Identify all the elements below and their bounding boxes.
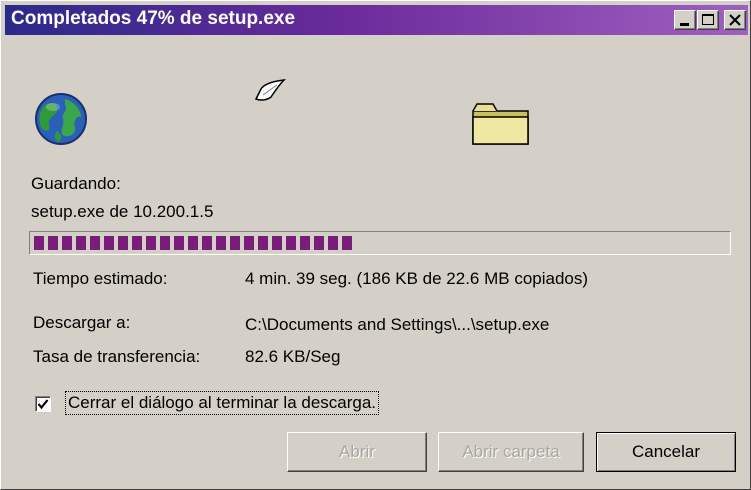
progress-block xyxy=(146,236,156,250)
progress-block xyxy=(342,236,352,250)
maximize-button[interactable] xyxy=(697,10,719,30)
progress-block xyxy=(118,236,128,250)
close-on-complete-checkbox[interactable] xyxy=(35,396,51,412)
destination-label: Descargar a: xyxy=(33,313,131,332)
progress-block xyxy=(202,236,212,250)
progress-bar xyxy=(29,231,731,255)
destination-value: C:\Documents and Settings\...\setup.exe xyxy=(245,315,550,334)
progress-block xyxy=(132,236,142,250)
progress-block xyxy=(300,236,310,250)
progress-block xyxy=(328,236,338,250)
progress-block xyxy=(62,236,72,250)
progress-block xyxy=(90,236,100,250)
source-text: setup.exe de 10.200.1.5 xyxy=(31,202,214,221)
progress-block xyxy=(244,236,254,250)
folder-icon xyxy=(472,103,529,145)
progress-block xyxy=(160,236,170,250)
paper-icon xyxy=(254,79,287,101)
globe-icon xyxy=(35,93,87,145)
progress-block xyxy=(286,236,296,250)
open-folder-button[interactable]: Abrir carpeta xyxy=(438,432,584,472)
download-dialog: Completados 47% de setup.exe Guardando: … xyxy=(0,0,751,490)
close-button[interactable] xyxy=(724,10,746,30)
progress-block xyxy=(104,236,114,250)
title-bar[interactable]: Completados 47% de setup.exe xyxy=(5,5,748,35)
minimize-button[interactable] xyxy=(674,10,696,30)
progress-block xyxy=(76,236,86,250)
progress-block xyxy=(230,236,240,250)
time-value: 4 min. 39 seg. (186 KB de 22.6 MB copiad… xyxy=(245,269,589,288)
saving-label: Guardando: xyxy=(31,174,121,193)
progress-block xyxy=(174,236,184,250)
close-on-complete-label[interactable]: Cerrar el diálogo al terminar la descarg… xyxy=(64,391,380,415)
minimize-icon xyxy=(680,23,689,26)
open-button[interactable]: Abrir xyxy=(287,432,427,472)
progress-block xyxy=(188,236,198,250)
rate-label: Tasa de transferencia: xyxy=(33,347,201,366)
cancel-button[interactable]: Cancelar xyxy=(596,432,736,472)
time-label: Tiempo estimado: xyxy=(33,269,168,288)
progress-block xyxy=(314,236,324,250)
close-icon xyxy=(729,14,741,26)
progress-block xyxy=(48,236,58,250)
progress-block xyxy=(258,236,268,250)
window-title: Completados 47% de setup.exe xyxy=(11,8,296,29)
checkmark-icon xyxy=(37,399,49,410)
progress-block xyxy=(34,236,44,250)
progress-block xyxy=(216,236,226,250)
rate-value: 82.6 KB/Seg xyxy=(245,347,341,366)
maximize-icon xyxy=(702,14,714,25)
progress-block xyxy=(272,236,282,250)
